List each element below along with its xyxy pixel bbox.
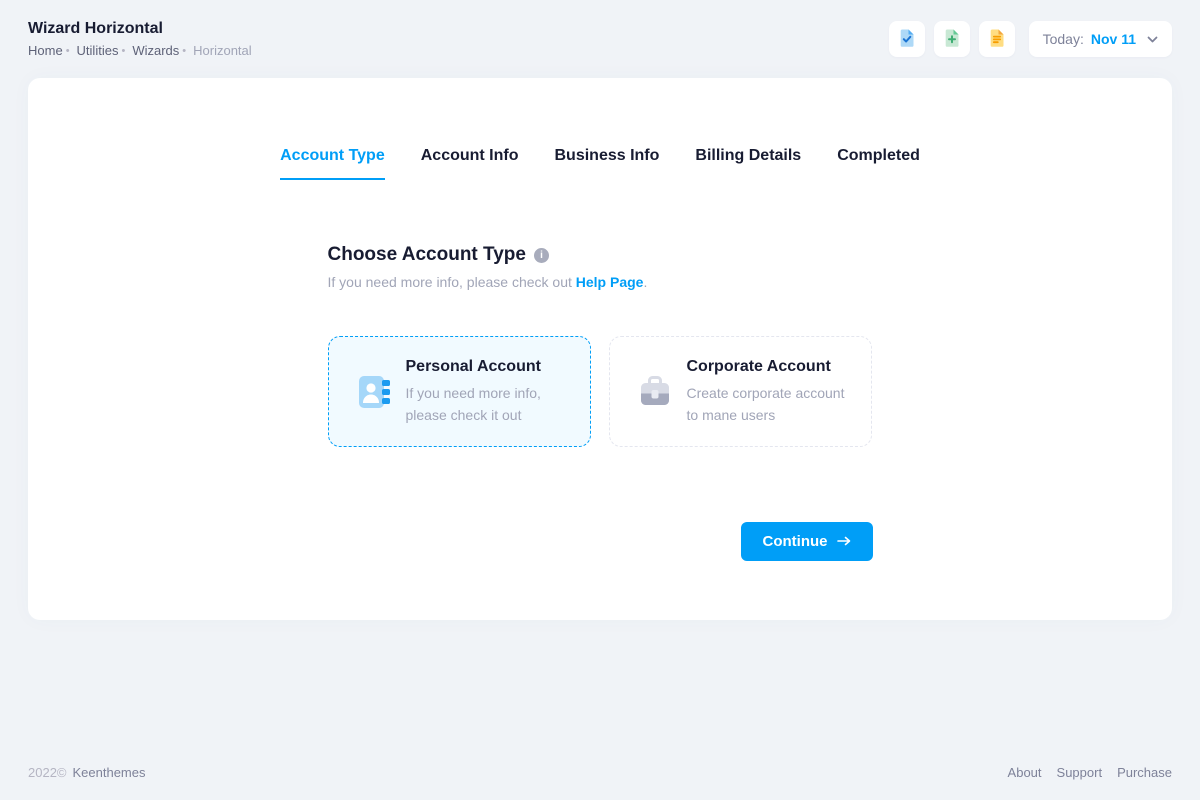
option-text: Personal Account If you need more info, … (406, 358, 575, 426)
info-circle-icon[interactable] (534, 248, 549, 263)
step-subtext: If you need more info, please check out … (328, 274, 873, 290)
breadcrumb-wizards[interactable]: Wizards (132, 43, 179, 58)
option-description: Create corporate account to mane users (687, 382, 856, 426)
tab-account-type[interactable]: Account Type (280, 147, 385, 180)
address-book-icon (354, 372, 394, 412)
breadcrumb-separator: • (66, 45, 70, 57)
file-lines-button[interactable] (979, 21, 1015, 57)
footer-link-about[interactable]: About (1008, 765, 1042, 780)
copyright-name-link[interactable]: Keenthemes (73, 765, 146, 780)
continue-button[interactable]: Continue (741, 522, 873, 561)
breadcrumb-home[interactable]: Home (28, 43, 63, 58)
footer-link-support[interactable]: Support (1057, 765, 1103, 780)
tab-account-info[interactable]: Account Info (421, 147, 519, 180)
date-picker-button[interactable]: Today: Nov 11 (1029, 21, 1172, 57)
tab-business-info[interactable]: Business Info (555, 147, 660, 180)
file-check-icon (897, 28, 917, 51)
page: Wizard Horizontal Home• Utilities• Wizar… (0, 0, 1200, 800)
option-personal-account[interactable]: Personal Account If you need more info, … (328, 336, 591, 447)
arrow-right-icon (837, 533, 851, 550)
option-corporate-account[interactable]: Corporate Account Create corporate accou… (609, 336, 872, 447)
file-check-button[interactable] (889, 21, 925, 57)
option-description: If you need more info, please check it o… (406, 382, 575, 426)
step-actions: Continue (328, 522, 873, 561)
option-title: Corporate Account (687, 358, 856, 376)
topbar-left: Wizard Horizontal Home• Utilities• Wizar… (28, 20, 252, 58)
chevron-down-icon (1143, 31, 1158, 47)
breadcrumb-current: Horizontal (193, 43, 252, 58)
file-plus-button[interactable] (934, 21, 970, 57)
account-type-options: Personal Account If you need more info, … (328, 336, 873, 447)
file-plus-icon (942, 28, 962, 51)
footer-copyright: 2022© Keenthemes (28, 765, 146, 780)
briefcase-icon (635, 372, 675, 412)
wizard-tabs: Account Type Account Info Business Info … (28, 78, 1172, 180)
footer-link-purchase[interactable]: Purchase (1117, 765, 1172, 780)
help-page-link[interactable]: Help Page (576, 274, 644, 290)
topbar-actions: Today: Nov 11 (889, 21, 1172, 57)
file-lines-icon (987, 28, 1007, 51)
date-label: Today: (1043, 31, 1084, 47)
breadcrumb: Home• Utilities• Wizards• Horizontal (28, 43, 252, 58)
breadcrumb-separator: • (121, 45, 125, 57)
tab-billing-details[interactable]: Billing Details (695, 147, 801, 180)
subtext-suffix: . (643, 274, 647, 290)
page-title: Wizard Horizontal (28, 20, 252, 38)
option-text: Corporate Account Create corporate accou… (687, 358, 856, 426)
breadcrumb-utilities[interactable]: Utilities (77, 43, 119, 58)
wizard-card: Account Type Account Info Business Info … (28, 78, 1172, 620)
date-value: Nov 11 (1091, 31, 1136, 47)
step-heading-row: Choose Account Type (328, 244, 873, 266)
breadcrumb-separator: • (182, 45, 186, 57)
topbar: Wizard Horizontal Home• Utilities• Wizar… (0, 0, 1200, 78)
tab-completed[interactable]: Completed (837, 147, 920, 180)
option-title: Personal Account (406, 358, 575, 376)
footer: 2022© Keenthemes About Support Purchase (0, 765, 1200, 800)
continue-label: Continue (763, 533, 828, 550)
subtext-prefix: If you need more info, please check out (328, 274, 576, 290)
footer-links: About Support Purchase (1008, 765, 1172, 780)
step-heading: Choose Account Type (328, 244, 526, 266)
copyright-year: 2022© (28, 765, 67, 780)
wizard-step-content: Choose Account Type If you need more inf… (328, 244, 873, 561)
